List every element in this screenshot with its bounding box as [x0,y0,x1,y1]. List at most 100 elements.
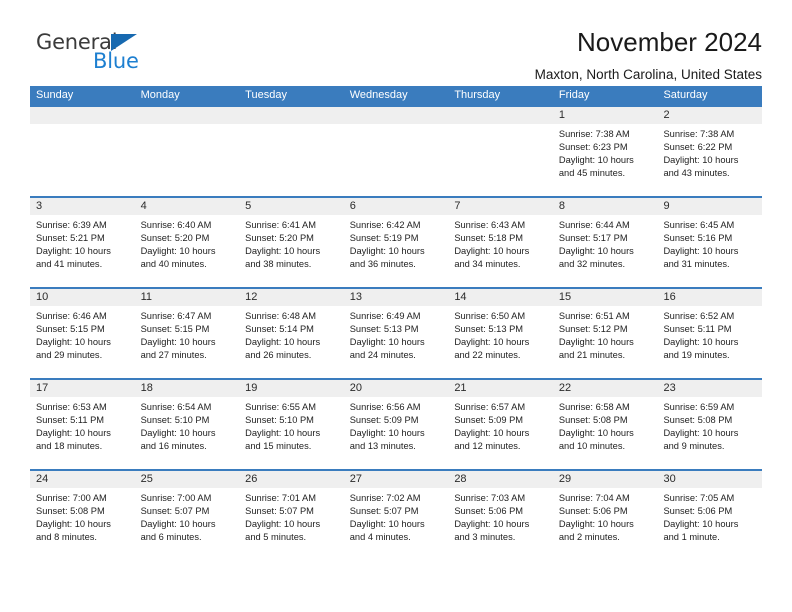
day-cell-23[interactable]: 23 Sunrise: 6:59 AM Sunset: 5:08 PM Dayl… [657,380,763,469]
sunset-text: Sunset: 5:06 PM [454,506,524,516]
sunset-text: Sunset: 5:21 PM [36,233,105,243]
day-cell-18[interactable]: 18 Sunrise: 6:54 AM Sunset: 5:10 PM Dayl… [134,380,240,469]
day-cell-10[interactable]: 10 Sunrise: 6:46 AM Sunset: 5:15 PM Dayl… [30,289,135,378]
day-details: Sunrise: 6:41 AM Sunset: 5:20 PM Dayligh… [239,215,344,287]
day-number: 28 [448,471,553,488]
day-details: Sunrise: 7:03 AM Sunset: 5:06 PM Dayligh… [448,488,553,560]
day-cell-20[interactable]: 20 Sunrise: 6:56 AM Sunset: 5:09 PM Dayl… [343,380,449,469]
sunset-text: Sunset: 5:19 PM [349,233,419,243]
daylight-text-line2: and 10 minutes. [558,441,626,451]
daylight-text-line1: Daylight: 10 hours [245,428,321,438]
sunrise-text: Sunrise: 6:52 AM [663,311,735,321]
day-details: Sunrise: 6:39 AM Sunset: 5:21 PM Dayligh… [30,215,135,287]
daylight-text-line1: Daylight: 10 hours [454,337,530,347]
sunset-text: Sunset: 5:10 PM [140,415,210,425]
daylight-text-line2: and 27 minutes. [140,350,207,360]
weekday-sunday: Sunday [36,89,74,101]
day-cell-2[interactable]: 2 Sunrise: 7:38 AM Sunset: 6:22 PM Dayli… [657,107,763,196]
daylight-text-line1: Daylight: 10 hours [245,519,321,529]
daylight-text-line2: and 32 minutes. [558,259,626,269]
day-details [30,124,135,196]
day-cell-3[interactable]: 3 Sunrise: 6:39 AM Sunset: 5:21 PM Dayli… [30,198,135,287]
day-cell-24[interactable]: 24 Sunrise: 7:00 AM Sunset: 5:08 PM Dayl… [30,471,135,560]
calendar-weeks: 1 Sunrise: 7:38 AM Sunset: 6:23 PM Dayli… [30,107,763,560]
day-cell-28[interactable]: 28 Sunrise: 7:03 AM Sunset: 5:06 PM Dayl… [448,471,553,560]
sunrise-text: Sunrise: 6:53 AM [36,402,107,412]
sunrise-text: Sunrise: 7:04 AM [558,493,630,503]
sunrise-text: Sunrise: 7:01 AM [245,493,316,503]
day-number: 25 [134,471,240,488]
day-cell-21[interactable]: 21 Sunrise: 6:57 AM Sunset: 5:09 PM Dayl… [448,380,553,469]
day-cell-16[interactable]: 16 Sunrise: 6:52 AM Sunset: 5:11 PM Dayl… [657,289,763,378]
day-details: Sunrise: 6:40 AM Sunset: 5:20 PM Dayligh… [134,215,240,287]
day-cell-9[interactable]: 9 Sunrise: 6:45 AM Sunset: 5:16 PM Dayli… [657,198,763,287]
sunrise-text: Sunrise: 6:45 AM [663,220,735,230]
sunrise-text: Sunrise: 6:41 AM [245,220,316,230]
day-cell-25[interactable]: 25 Sunrise: 7:00 AM Sunset: 5:07 PM Dayl… [134,471,240,560]
weekday-saturday: Saturday [663,89,708,101]
day-details: Sunrise: 6:53 AM Sunset: 5:11 PM Dayligh… [30,397,135,469]
day-cell-7[interactable]: 7 Sunrise: 6:43 AM Sunset: 5:18 PM Dayli… [448,198,553,287]
day-cell-6[interactable]: 6 Sunrise: 6:42 AM Sunset: 5:19 PM Dayli… [343,198,449,287]
day-cell-14[interactable]: 14 Sunrise: 6:50 AM Sunset: 5:13 PM Dayl… [448,289,553,378]
day-details: Sunrise: 6:49 AM Sunset: 5:13 PM Dayligh… [343,306,449,378]
sunset-text: Sunset: 5:07 PM [349,506,419,516]
daylight-text-line1: Daylight: 10 hours [349,428,425,438]
day-cell-11[interactable]: 11 Sunrise: 6:47 AM Sunset: 5:15 PM Dayl… [134,289,240,378]
day-cell-13[interactable]: 13 Sunrise: 6:49 AM Sunset: 5:13 PM Dayl… [343,289,449,378]
daylight-text-line2: and 4 minutes. [349,532,411,542]
sunrise-text: Sunrise: 6:58 AM [558,402,630,412]
day-number: 3 [30,198,135,215]
daylight-text-line1: Daylight: 10 hours [349,246,425,256]
sunrise-text: Sunrise: 7:03 AM [454,493,526,503]
day-number: 16 [657,289,763,306]
day-cell-26[interactable]: 26 Sunrise: 7:01 AM Sunset: 5:07 PM Dayl… [239,471,344,560]
day-cell-8[interactable]: 8 Sunrise: 6:44 AM Sunset: 5:17 PM Dayli… [552,198,658,287]
sunrise-text: Sunrise: 6:59 AM [663,402,735,412]
day-details: Sunrise: 7:05 AM Sunset: 5:06 PM Dayligh… [657,488,763,560]
day-cell-4[interactable]: 4 Sunrise: 6:40 AM Sunset: 5:20 PM Dayli… [134,198,240,287]
day-cell-empty [239,107,344,196]
weekday-thursday: Thursday [454,89,501,101]
sunrise-text: Sunrise: 6:55 AM [245,402,316,412]
day-cell-12[interactable]: 12 Sunrise: 6:48 AM Sunset: 5:14 PM Dayl… [239,289,344,378]
sunset-text: Sunset: 5:16 PM [663,233,733,243]
sunrise-text: Sunrise: 6:54 AM [140,402,212,412]
day-cell-5[interactable]: 5 Sunrise: 6:41 AM Sunset: 5:20 PM Dayli… [239,198,344,287]
daylight-text-line2: and 16 minutes. [140,441,207,451]
day-cell-19[interactable]: 19 Sunrise: 6:55 AM Sunset: 5:10 PM Dayl… [239,380,344,469]
day-cell-17[interactable]: 17 Sunrise: 6:53 AM Sunset: 5:11 PM Dayl… [30,380,135,469]
sunset-text: Sunset: 5:07 PM [245,506,314,516]
day-number: 17 [30,380,135,397]
week-row: 10 Sunrise: 6:46 AM Sunset: 5:15 PM Dayl… [30,287,763,378]
daylight-text-line2: and 36 minutes. [349,259,416,269]
sunrise-text: Sunrise: 7:38 AM [558,129,630,139]
daylight-text-line1: Daylight: 10 hours [558,246,634,256]
day-cell-1[interactable]: 1 Sunrise: 7:38 AM Sunset: 6:23 PM Dayli… [552,107,658,196]
sunset-text: Sunset: 5:06 PM [558,506,628,516]
daylight-text-line2: and 34 minutes. [454,259,521,269]
day-details: Sunrise: 6:55 AM Sunset: 5:10 PM Dayligh… [239,397,344,469]
day-details: Sunrise: 6:59 AM Sunset: 5:08 PM Dayligh… [657,397,763,469]
generalblue-logo[interactable]: General Blue [36,30,166,78]
sunrise-text: Sunrise: 6:49 AM [349,311,421,321]
day-details: Sunrise: 7:00 AM Sunset: 5:08 PM Dayligh… [30,488,135,560]
day-cell-29[interactable]: 29 Sunrise: 7:04 AM Sunset: 5:06 PM Dayl… [552,471,658,560]
daylight-text-line2: and 40 minutes. [140,259,207,269]
sunrise-text: Sunrise: 6:46 AM [36,311,107,321]
week-row: 1 Sunrise: 7:38 AM Sunset: 6:23 PM Dayli… [30,107,763,196]
day-number [448,107,553,124]
day-number: 13 [343,289,449,306]
daylight-text-line1: Daylight: 10 hours [36,519,111,529]
day-cell-27[interactable]: 27 Sunrise: 7:02 AM Sunset: 5:07 PM Dayl… [343,471,449,560]
day-cell-30[interactable]: 30 Sunrise: 7:05 AM Sunset: 5:06 PM Dayl… [657,471,763,560]
day-cell-empty [30,107,135,196]
day-cell-15[interactable]: 15 Sunrise: 6:51 AM Sunset: 5:12 PM Dayl… [552,289,658,378]
daylight-text-line2: and 41 minutes. [36,259,103,269]
sunset-text: Sunset: 5:13 PM [454,324,524,334]
sunset-text: Sunset: 5:15 PM [140,324,210,334]
day-details: Sunrise: 7:04 AM Sunset: 5:06 PM Dayligh… [552,488,658,560]
day-cell-22[interactable]: 22 Sunrise: 6:58 AM Sunset: 5:08 PM Dayl… [552,380,658,469]
day-number: 4 [134,198,240,215]
day-details: Sunrise: 6:51 AM Sunset: 5:12 PM Dayligh… [552,306,658,378]
